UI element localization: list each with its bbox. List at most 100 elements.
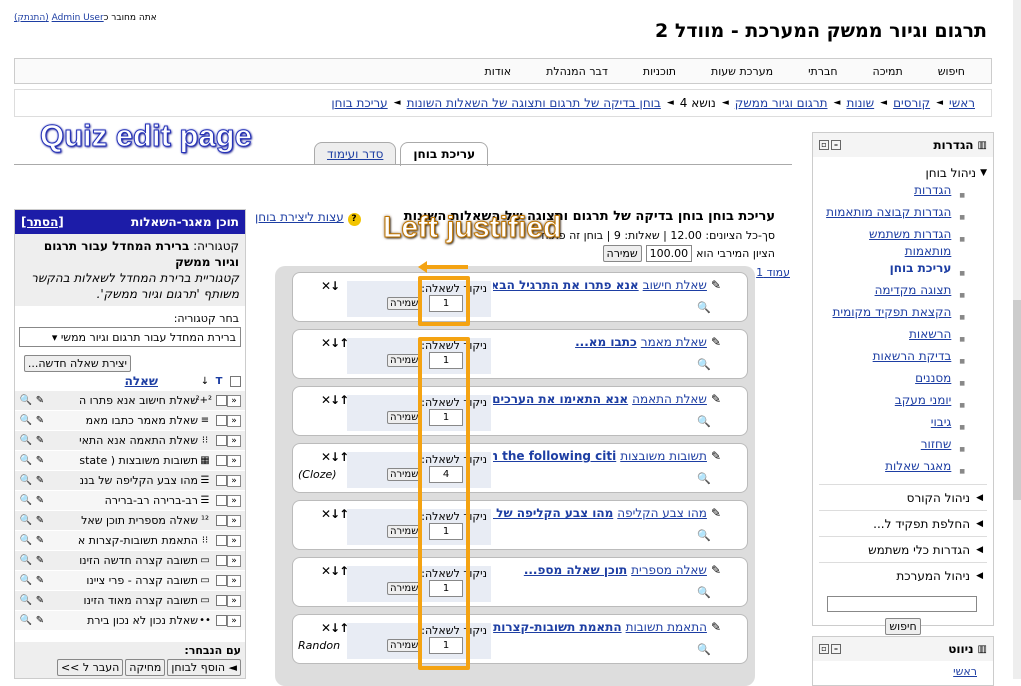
question-type-link[interactable]: שאלת התאמה [632,392,707,406]
edit-icon[interactable]: ✎ [33,615,47,626]
edit-icon[interactable]: ✎ [33,535,47,546]
preview-icon[interactable]: 🔍 [19,455,33,466]
edit-icon[interactable]: ✎ [33,555,47,566]
preview-icon[interactable]: 🔍 [19,435,33,446]
question-controls-icon[interactable]: ✕↓↑ [321,621,349,635]
add-to-quiz-icon[interactable]: « [227,454,241,467]
settings-item[interactable]: מסננים [819,370,965,392]
row-checkbox[interactable] [216,455,227,466]
grade-save-button[interactable]: שמירה [387,525,422,538]
help-icon[interactable]: ? [347,213,361,226]
hide-bank-link[interactable]: [הסתר] [21,215,64,229]
grade-save-button[interactable]: שמירה [387,582,422,595]
switch-role-node[interactable]: ◀ החלפת תפקיד ל... [819,510,987,536]
preview-question-icon[interactable]: 🔍 [697,301,711,314]
preview-icon[interactable]: 🔍 [19,535,33,546]
site-admin-node[interactable]: ◀ ניהול המערכת [819,562,987,588]
preview-question-icon[interactable]: 🔍 [697,415,711,428]
block-collapse-icon[interactable]: – [831,140,841,150]
add-to-quiz-icon[interactable]: « [227,434,241,447]
course-admin-node[interactable]: ◀ ניהול הקורס [819,484,987,510]
row-checkbox[interactable] [216,595,227,606]
nav-home-link[interactable]: ראשי [813,661,993,678]
settings-item[interactable]: מאגר שאלות [819,458,965,480]
edit-question-icon[interactable]: ✎ [711,278,721,292]
question-controls-icon[interactable]: ✕↓↑ [321,564,349,578]
add-to-quiz-icon[interactable]: « [227,394,241,407]
edit-icon[interactable]: ✎ [33,515,47,526]
preview-question-icon[interactable]: 🔍 [697,358,711,371]
crumb-quiz[interactable]: בוחן בדיקה של תרגום ותצוגה של השאלות השו… [407,96,661,110]
grade-save-button[interactable]: שמירה [387,297,422,310]
question-name-link[interactable]: אנא התאימו את הערכים [493,392,628,406]
preview-question-icon[interactable]: 🔍 [697,643,711,656]
create-question-button[interactable]: יצירת שאלה חדשה... [23,355,131,372]
crumb-home[interactable]: ראשי [949,96,975,110]
add-to-quiz-button[interactable]: ◄ הוסף לבוחן [167,659,241,676]
preview-icon[interactable]: 🔍 [19,475,33,486]
nav-support[interactable]: תמיכה [873,65,903,78]
preview-icon[interactable]: 🔍 [19,615,33,626]
settings-item[interactable]: תצוגה מקדימה [819,282,965,304]
row-checkbox[interactable] [216,535,227,546]
edit-question-icon[interactable]: ✎ [711,335,721,349]
add-to-quiz-icon[interactable]: « [227,574,241,587]
question-name-link[interactable]: אנא פתרו את התרגיל הבא [493,278,639,292]
edit-icon[interactable]: ✎ [33,435,47,446]
max-grade-input[interactable]: 100.00 [645,245,693,262]
question-type-link[interactable]: שאלת מאמר [641,335,707,349]
question-name-link[interactable]: תוכן שאלה מספ... [524,563,627,577]
nav-search[interactable]: חיפוש [938,65,965,78]
question-type-link[interactable]: שאלת חישוב [643,278,707,292]
add-to-quiz-icon[interactable]: « [227,414,241,427]
grade-save-button[interactable]: שמירה [387,639,422,652]
add-to-quiz-icon[interactable]: « [227,614,241,627]
nav-schedule[interactable]: מערכת שעות [711,65,773,78]
nav-principal[interactable]: דבר המנהלת [546,65,608,78]
logout-link[interactable]: (התנתק) [14,13,49,23]
row-checkbox[interactable] [216,555,227,566]
edit-icon[interactable]: ✎ [33,395,47,406]
add-to-quiz-icon[interactable]: « [227,474,241,487]
question-controls-icon[interactable]: ✕↓↑ [321,450,349,464]
settings-item[interactable]: שחזור [819,436,965,458]
crumb-courses[interactable]: קורסים [893,96,930,110]
user-link[interactable]: Admin User [52,13,104,23]
add-to-quiz-icon[interactable]: « [227,534,241,547]
row-checkbox[interactable] [216,495,227,506]
nav-block-collapse-icon[interactable]: – [831,644,841,654]
nav-about[interactable]: אודות [485,65,512,78]
settings-item[interactable]: הגדרות קבוצה מותאמות [819,204,965,226]
question-name-link[interactable]: כתבו מא... [575,335,637,349]
sort-question-link[interactable]: שאלה [125,374,158,388]
settings-search-button[interactable]: חיפוש [885,618,921,635]
tab-edit-quiz[interactable]: עריכת בוחן [400,142,489,166]
question-controls-icon[interactable]: ✕↓↑ [321,507,349,521]
grade-save-button[interactable]: שמירה [387,354,422,367]
add-to-quiz-icon[interactable]: « [227,554,241,567]
crumb-misc[interactable]: שונות [846,96,874,110]
sort-arrow-icon[interactable]: ↓ [198,376,212,387]
question-controls-icon[interactable]: ✕↓ [321,279,340,293]
edit-icon[interactable]: ✎ [33,415,47,426]
scrollbar-thumb[interactable] [1013,300,1021,500]
crumb-course[interactable]: תרגום וגיור ממשק [735,96,828,110]
settings-item[interactable]: בדיקת הרשאות [819,348,965,370]
settings-item[interactable]: הגדרות משתמש מותאמות [819,226,965,260]
crumb-edit[interactable]: עריכת בוחן [331,96,387,110]
max-grade-save-button[interactable]: שמירה [602,245,642,262]
edit-icon[interactable]: ✎ [33,455,47,466]
preview-icon[interactable]: 🔍 [19,515,33,526]
settings-search-input[interactable] [827,596,977,612]
nav-block-move-icon[interactable]: ▫ [819,644,829,654]
row-checkbox[interactable] [216,415,227,426]
row-checkbox[interactable] [216,435,227,446]
edit-icon[interactable]: ✎ [33,595,47,606]
edit-question-icon[interactable]: ✎ [711,563,721,577]
question-type-link[interactable]: מהו צבע הקליפה [617,506,707,520]
nav-programs[interactable]: תוכניות [643,65,676,78]
question-type-link[interactable]: תשובות משובצות [620,449,707,463]
quiz-admin-node[interactable]: ▼ ניהול בוחן [819,163,987,182]
settings-item[interactable]: הקצאת תפקיד מקומית [819,304,965,326]
preview-icon[interactable]: 🔍 [19,595,33,606]
